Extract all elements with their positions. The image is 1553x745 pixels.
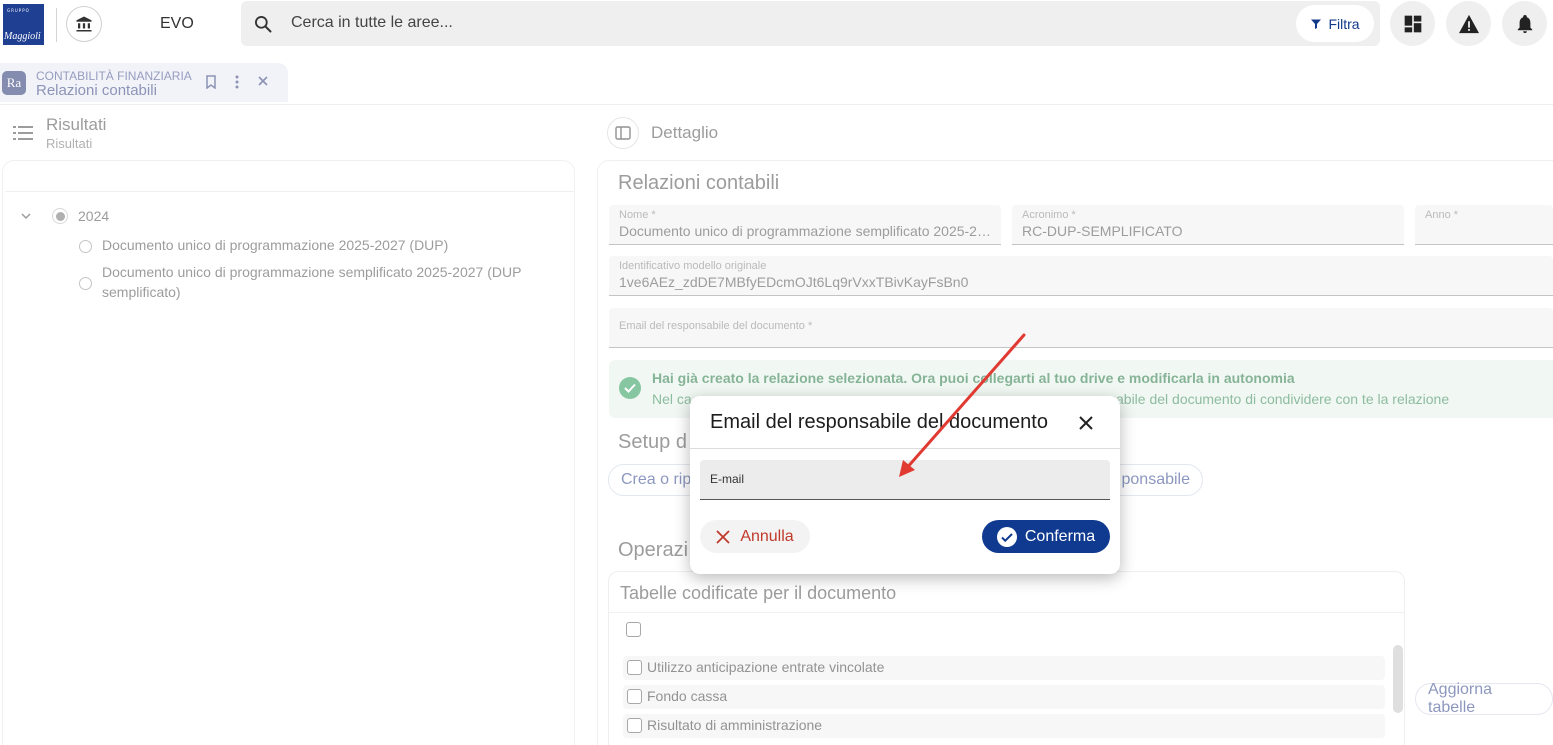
check-circle-icon xyxy=(996,526,1017,547)
dashboard-button[interactable] xyxy=(1390,1,1435,46)
maggioli-logo[interactable]: GRUPPO Maggioli xyxy=(3,4,44,45)
close-icon xyxy=(716,529,730,544)
dialog-divider xyxy=(690,448,1120,449)
email-label: E-mail xyxy=(710,472,745,486)
filter-icon xyxy=(1310,18,1322,30)
confirm-label: Conferma xyxy=(1024,527,1096,545)
close-dialog-button[interactable] xyxy=(1075,412,1097,434)
top-bar: GRUPPO Maggioli EVO Cerca in tutte le ar… xyxy=(0,0,1553,50)
logo-divider xyxy=(56,8,57,42)
cancel-label: Annulla xyxy=(740,527,794,545)
alerts-button[interactable] xyxy=(1446,1,1491,46)
global-search[interactable]: Cerca in tutte le aree... Filtra xyxy=(241,1,1380,46)
logo-small-text: GRUPPO xyxy=(7,8,30,13)
warning-icon xyxy=(1458,14,1480,34)
email-dialog: Email del responsabile del documento E-m… xyxy=(690,396,1120,574)
close-icon xyxy=(1078,415,1094,431)
logo-word: Maggioli xyxy=(4,31,41,42)
search-icon xyxy=(253,14,273,34)
filter-label: Filtra xyxy=(1328,15,1360,32)
cancel-button[interactable]: Annulla xyxy=(700,520,810,553)
institution-button[interactable] xyxy=(66,6,102,42)
filter-button[interactable]: Filtra xyxy=(1296,5,1374,42)
bell-icon xyxy=(1516,14,1534,34)
email-input[interactable]: E-mail xyxy=(700,460,1110,500)
confirm-button[interactable]: Conferma xyxy=(982,520,1110,553)
app-name: EVO xyxy=(160,15,194,32)
search-input[interactable]: Cerca in tutte le aree... xyxy=(291,14,453,32)
notifications-button[interactable] xyxy=(1502,1,1547,46)
dialog-title: Email del responsabile del documento xyxy=(710,411,1048,433)
bank-icon xyxy=(75,15,93,33)
dashboard-icon xyxy=(1403,14,1423,34)
